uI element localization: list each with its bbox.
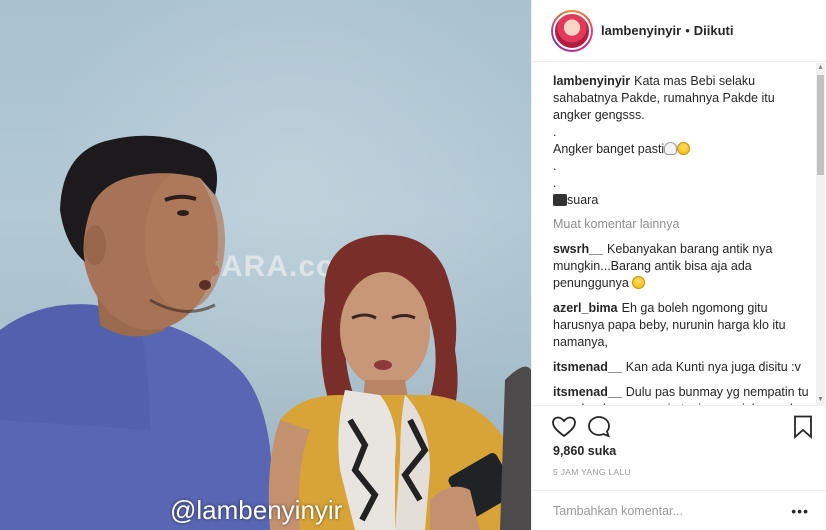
- comments-list[interactable]: lambenyinyir Kata mas Bebi selaku sahabat…: [532, 63, 826, 405]
- caption-line-3: suara: [567, 193, 599, 207]
- video-watermark: @lambenyinyir: [170, 495, 343, 525]
- video-frame-illustration: [0, 135, 531, 530]
- caption-dot: .: [553, 176, 557, 190]
- add-comment-input[interactable]: [553, 503, 773, 518]
- comment-username[interactable]: azerl_bima: [553, 301, 618, 315]
- comment-item: swsrh__ Kebanyakan barang antik nya mungk…: [553, 241, 811, 292]
- woman-face: [340, 272, 430, 388]
- scroll-down-arrow-icon[interactable]: ▼: [817, 395, 824, 405]
- post-actions-bar: [532, 405, 826, 445]
- comment-item: itsmenad__ Dulu pas bunmay yg nempatin tu…: [553, 384, 811, 405]
- add-comment-bar: •••: [532, 490, 826, 530]
- comments-scrollbar[interactable]: ▲ ▼: [816, 63, 825, 405]
- post-side-panel: lambenyinyir • Diikuti lambenyinyir Kata …: [531, 0, 826, 530]
- header-separator: •: [685, 23, 690, 38]
- caption-dot: .: [553, 125, 557, 139]
- post-timestamp[interactable]: 5 JAM YANG LALU: [553, 467, 631, 477]
- grinning-emoji-icon: [632, 276, 646, 289]
- post-caption: lambenyinyir Kata mas Bebi selaku sahabat…: [553, 73, 811, 209]
- bookmark-icon[interactable]: [790, 414, 816, 440]
- comment-icon[interactable]: [586, 414, 612, 440]
- comment-username[interactable]: swsrh__: [553, 242, 603, 256]
- follow-status-button[interactable]: Diikuti: [694, 23, 734, 38]
- scroll-up-arrow-icon[interactable]: ▲: [817, 63, 824, 73]
- load-more-comments-link[interactable]: Muat komentar lainnya: [553, 217, 813, 231]
- caption-line-2: Angker banget pasti: [553, 142, 665, 156]
- post-media[interactable]: SARA.co: [0, 0, 531, 530]
- avatar-image: [553, 11, 591, 50]
- header-username[interactable]: lambenyinyir: [601, 23, 681, 38]
- likes-count[interactable]: 9,860 suka: [553, 444, 616, 458]
- grinning-emoji-icon: [677, 142, 691, 155]
- comment-item: azerl_bima Eh ga boleh ngomong gitu harus…: [553, 300, 811, 351]
- avatar[interactable]: [551, 9, 593, 52]
- comment-username[interactable]: itsmenad__: [553, 360, 622, 374]
- ghost-emoji-icon: [664, 142, 678, 155]
- scrollbar-thumb[interactable]: [817, 75, 824, 175]
- comment-text: Kan ada Kunti nya juga disitu :v: [625, 360, 801, 374]
- post-header: lambenyinyir • Diikuti: [532, 0, 826, 62]
- caption-username[interactable]: lambenyinyir: [553, 74, 630, 88]
- camera-emoji-icon: [553, 194, 567, 206]
- comment-username[interactable]: itsmenad__: [553, 385, 622, 399]
- caption-dot: .: [553, 159, 557, 173]
- more-options-icon[interactable]: •••: [791, 503, 809, 519]
- comment-item: itsmenad__ Kan ada Kunti nya juga disitu …: [553, 359, 811, 376]
- header-text: lambenyinyir • Diikuti: [601, 23, 734, 38]
- heart-icon[interactable]: [551, 414, 577, 440]
